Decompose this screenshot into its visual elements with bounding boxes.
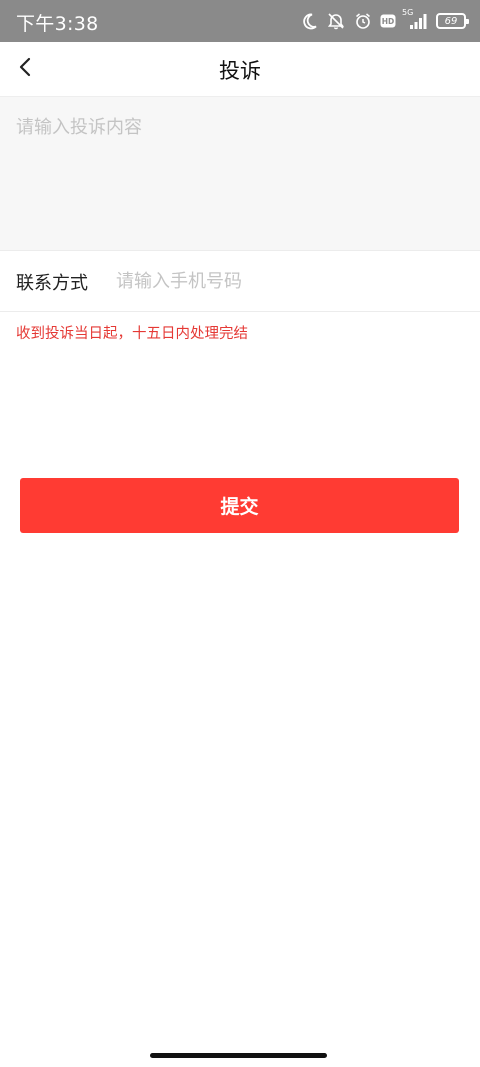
alarm-icon bbox=[354, 12, 372, 30]
network-type: 5G bbox=[402, 8, 414, 17]
contact-label: 联系方式 bbox=[16, 273, 88, 294]
header: 投诉 bbox=[0, 42, 480, 97]
page-title: 投诉 bbox=[219, 59, 261, 83]
signal-icon: 5G bbox=[402, 8, 428, 30]
phone-input[interactable] bbox=[116, 261, 456, 301]
home-indicator[interactable] bbox=[150, 1053, 327, 1058]
status-time: 下午3:38 bbox=[16, 13, 99, 35]
hd-icon: HD bbox=[380, 14, 396, 28]
battery-level: 69 bbox=[444, 15, 458, 27]
contact-row: 联系方式 bbox=[0, 251, 480, 312]
complaint-content-input[interactable] bbox=[0, 97, 480, 250]
svg-text:HD: HD bbox=[382, 17, 395, 26]
complaint-content-area bbox=[0, 97, 480, 251]
status-icons: HD 5G 69 bbox=[300, 8, 469, 33]
processing-notice: 收到投诉当日起，十五日内处理完结 bbox=[16, 326, 248, 342]
battery-icon: 69 bbox=[436, 13, 469, 29]
submit-button[interactable]: 提交 bbox=[20, 478, 459, 533]
status-bar: 下午3:38 HD 5G 69 bbox=[0, 0, 480, 42]
mute-icon bbox=[326, 12, 346, 30]
moon-icon bbox=[300, 12, 318, 30]
